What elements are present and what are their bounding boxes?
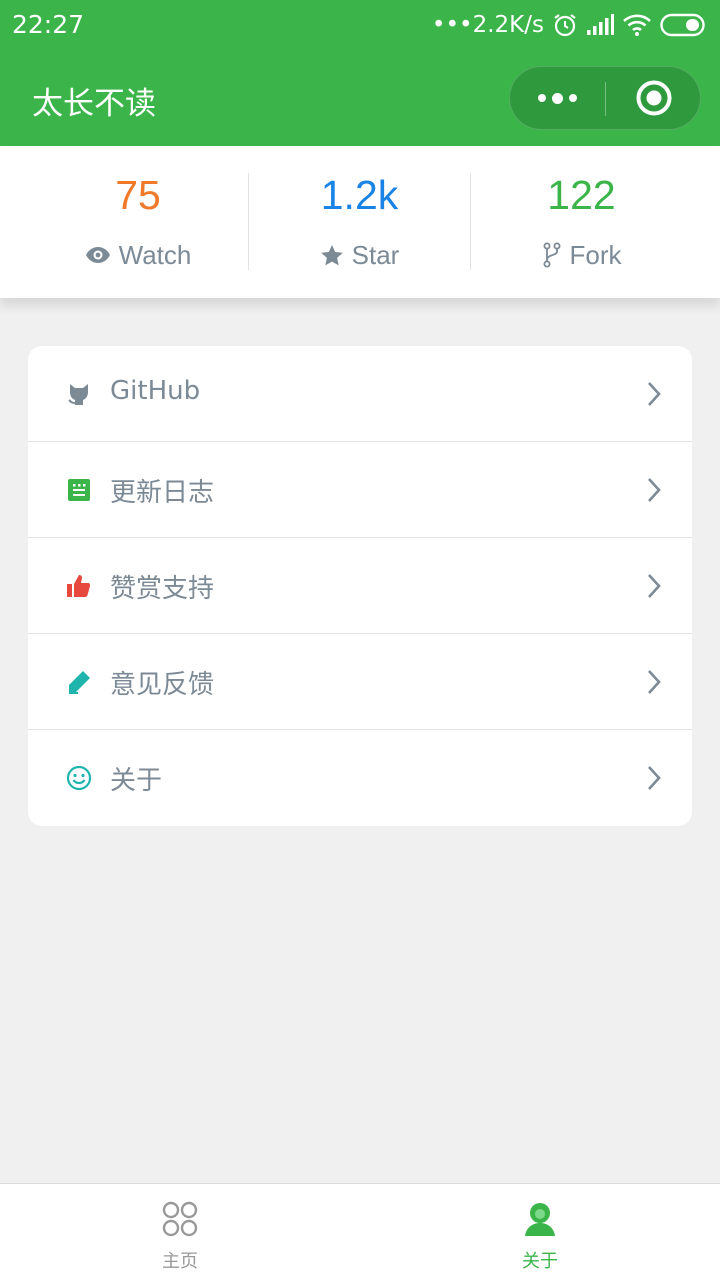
menu-item-donate[interactable]: 赞赏支持 — [28, 538, 692, 634]
battery-icon — [660, 13, 708, 37]
chevron-right-icon — [648, 766, 661, 790]
repo-stats: 75 Watch 1.2k Star 122 Fork — [0, 146, 720, 298]
stat-watch[interactable]: 75 Watch — [28, 146, 248, 298]
watch-label-row: Watch — [28, 238, 248, 272]
watch-label: Watch — [118, 239, 192, 270]
stat-fork[interactable]: 122 Fork — [471, 146, 692, 298]
menu-label: 赞赏支持 — [110, 574, 215, 604]
more-button[interactable] — [510, 67, 605, 129]
tab-home[interactable]: 主页 — [0, 1184, 360, 1280]
alarm-icon — [552, 12, 578, 38]
menu-item-github[interactable]: GitHub — [28, 346, 692, 442]
menu-item-feedback[interactable]: 意见反馈 — [28, 634, 692, 730]
watch-count: 75 — [115, 172, 161, 218]
status-bar: 22:27 •••2.2K/s — [0, 0, 720, 52]
menu-item-changelog[interactable]: 更新日志 — [28, 442, 692, 538]
status-time: 22:27 — [12, 10, 85, 39]
network-speed: •••2.2K/s — [431, 12, 544, 38]
star-count: 1.2k — [320, 172, 399, 218]
menu-label: 更新日志 — [110, 478, 215, 508]
chevron-right-icon — [648, 670, 661, 694]
mini-program-capsule — [509, 66, 701, 130]
more-dots-icon — [538, 94, 546, 102]
fork-count: 122 — [547, 172, 616, 218]
more-dots-icon — [552, 92, 563, 104]
app-header: 22:27 •••2.2K/s 太长不读 — [0, 0, 720, 146]
page-title: 太长不读 — [32, 86, 156, 122]
title-bar: 太长不读 — [0, 52, 720, 146]
close-button[interactable] — [606, 67, 701, 129]
stat-star[interactable]: 1.2k Star — [249, 146, 470, 298]
changelog-icon — [68, 479, 90, 501]
thumbs-up-icon — [67, 575, 91, 597]
menu-label: 关于 — [110, 766, 163, 796]
signal-icon — [586, 14, 614, 36]
status-indicators: •••2.2K/s — [432, 9, 708, 41]
fork-label-row: Fork — [471, 238, 692, 272]
star-icon — [320, 244, 343, 265]
fork-label: Fork — [569, 239, 622, 270]
menu-label: GitHub — [110, 376, 201, 406]
menu-list: GitHub 更新日志 赞赏支持 意见反馈 关于 — [28, 346, 692, 826]
tab-bar: 主页 关于 — [0, 1183, 720, 1280]
chevron-right-icon — [648, 478, 661, 502]
pencil-icon — [69, 671, 90, 694]
chevron-right-icon — [648, 382, 661, 406]
user-icon — [525, 1203, 555, 1236]
github-icon — [68, 384, 88, 405]
fork-icon — [543, 242, 560, 268]
star-label-row: Star — [249, 238, 470, 272]
home-grid-icon — [162, 1201, 198, 1237]
more-dots-icon — [569, 94, 577, 102]
eye-icon — [85, 247, 110, 263]
wifi-icon — [622, 13, 652, 37]
tab-label: 主页 — [162, 1251, 198, 1272]
tab-label: 关于 — [522, 1251, 558, 1272]
menu-item-about[interactable]: 关于 — [28, 730, 692, 826]
smile-icon — [66, 765, 92, 791]
menu-label: 意见反馈 — [110, 670, 215, 700]
chevron-right-icon — [648, 574, 661, 598]
tab-about[interactable]: 关于 — [360, 1184, 720, 1280]
close-target-icon — [636, 80, 671, 116]
star-label: Star — [351, 239, 400, 270]
